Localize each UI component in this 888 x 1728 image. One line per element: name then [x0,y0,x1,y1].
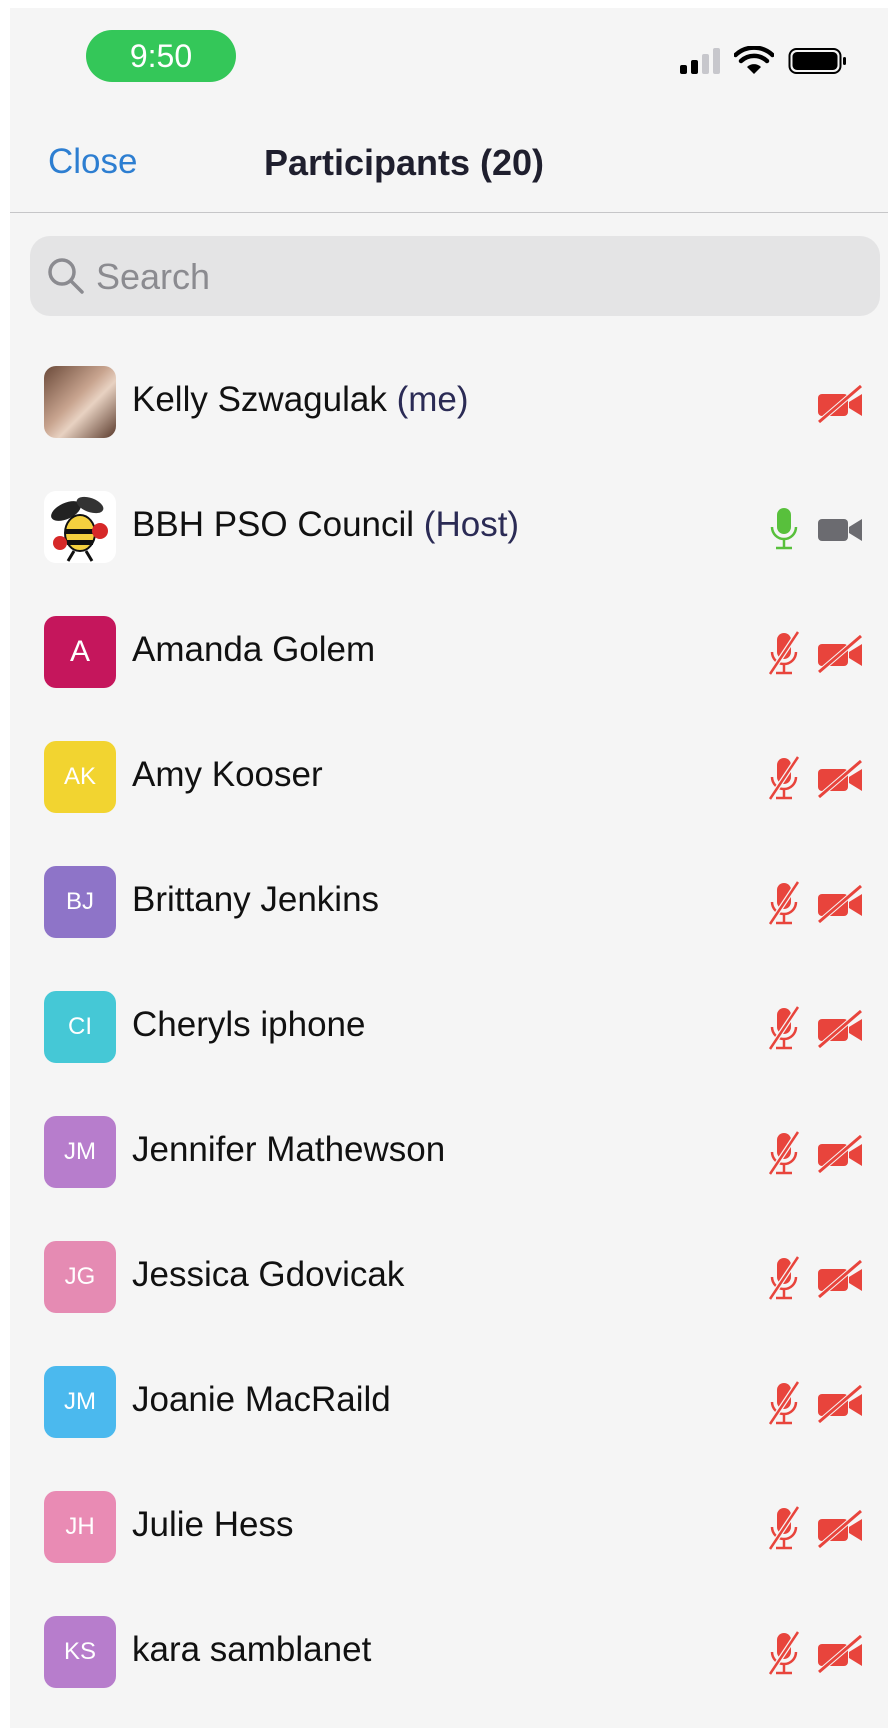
participant-name: Julie Hess [132,1505,293,1545]
participant-list: Kelly Szwagulak (me) BBH PSO Council (Hos… [10,342,888,1717]
participant-status-icons [766,630,864,678]
search-bar[interactable] [30,236,880,318]
participant-row[interactable]: KS kara samblanet [10,1592,888,1717]
video-off-icon[interactable] [816,1009,864,1049]
participant-row[interactable]: JH Julie Hess [10,1467,888,1592]
video-off-icon[interactable] [816,384,864,424]
avatar-initials: JG [44,1241,116,1313]
microphone-icon[interactable] [766,505,802,553]
search-input[interactable] [94,236,858,318]
avatar-initials: CI [44,991,116,1063]
video-camera-icon[interactable] [816,509,864,549]
participant-name: Kelly Szwagulak (me) [132,380,469,420]
microphone-muted-icon[interactable] [766,1505,802,1553]
participant-name-text: Kelly Szwagulak [132,380,387,419]
video-off-icon[interactable] [816,759,864,799]
participant-name-text: Brittany Jenkins [132,880,380,919]
participant-name-text: kara samblanet [132,1630,372,1669]
avatar-photo [44,366,116,438]
participant-row[interactable]: BJ Brittany Jenkins [10,842,888,967]
video-off-icon[interactable] [816,1134,864,1174]
microphone-muted-icon[interactable] [766,630,802,678]
participant-status-icons [766,505,864,553]
video-off-icon[interactable] [816,1509,864,1549]
microphone-muted-icon[interactable] [766,755,802,803]
participant-row[interactable]: AK Amy Kooser [10,717,888,842]
participant-row[interactable]: Kelly Szwagulak (me) [10,342,888,467]
avatar-initials: KS [44,1616,116,1688]
microphone-muted-icon[interactable] [766,1255,802,1303]
avatar-initials: JM [44,1366,116,1438]
participant-name: Jennifer Mathewson [132,1130,445,1170]
participant-row[interactable]: CI Cheryls iphone [10,967,888,1092]
status-icons [680,46,848,76]
wifi-icon [734,46,774,74]
participant-role-tag: (Host) [423,505,520,544]
video-off-icon[interactable] [816,1634,864,1674]
participants-screen: 9:50 Close Participants (20) Search Kell… [10,8,888,1728]
microphone-muted-icon[interactable] [766,880,802,928]
participant-status-icons [766,880,864,928]
participant-status-icons [766,1130,864,1178]
hornet-logo-icon [51,496,108,562]
page-title: Participants (20) [263,142,545,183]
search-icon [48,258,84,294]
avatar-logo [44,491,116,563]
status-time[interactable]: 9:50 [86,30,236,82]
video-off-icon[interactable] [816,634,864,674]
participant-name: Jessica Gdovicak [132,1255,404,1295]
participant-name: Brittany Jenkins [132,880,379,920]
participant-row[interactable]: JM Jennifer Mathewson [10,1092,888,1217]
battery-icon [788,48,846,74]
participant-row[interactable]: JG Jessica Gdovicak [10,1217,888,1342]
microphone-muted-icon[interactable] [766,1630,802,1678]
video-off-icon[interactable] [816,884,864,924]
participant-name: kara samblanet [132,1630,371,1670]
participant-name: BBH PSO Council (Host) [132,505,519,545]
participant-name: Joanie MacRaild [132,1380,391,1420]
participant-status-icons [816,380,864,428]
participant-name-text: Amy Kooser [132,755,323,794]
participant-name-text: Jessica Gdovicak [132,1255,405,1294]
avatar-initials: AK [44,741,116,813]
header: Close Participants (20) [10,108,888,213]
avatar-initials: JM [44,1116,116,1188]
participant-name: Amy Kooser [132,755,323,795]
cellular-signal-icon [680,48,720,74]
participant-name-text: Jennifer Mathewson [132,1130,446,1169]
participant-role-tag: (me) [396,380,469,419]
participant-status-icons [766,1255,864,1303]
microphone-muted-icon[interactable] [766,1380,802,1428]
video-off-icon[interactable] [816,1259,864,1299]
participant-name-text: Cheryls iphone [132,1005,366,1044]
participant-name-text: Julie Hess [132,1505,294,1544]
participant-name: Amanda Golem [132,630,375,670]
participant-row[interactable]: A Amanda Golem [10,592,888,717]
participant-name-text: BBH PSO Council [132,505,415,544]
avatar-initials: BJ [44,866,116,938]
microphone-muted-icon[interactable] [766,1130,802,1178]
participant-name-text: Amanda Golem [132,630,376,669]
status-bar: 9:50 [10,8,888,108]
avatar-initials: JH [44,1491,116,1563]
avatar-initials: A [44,616,116,688]
participant-status-icons [766,1505,864,1553]
participant-status-icons [766,1380,864,1428]
participant-name: Cheryls iphone [132,1005,365,1045]
participant-row[interactable]: JM Joanie MacRaild [10,1342,888,1467]
microphone-muted-icon[interactable] [766,1005,802,1053]
participant-status-icons [766,755,864,803]
participant-status-icons [766,1630,864,1678]
video-off-icon[interactable] [816,1384,864,1424]
participant-status-icons [766,1005,864,1053]
participant-row[interactable]: BBH PSO Council (Host) [10,467,888,592]
participant-name-text: Joanie MacRaild [132,1380,391,1419]
